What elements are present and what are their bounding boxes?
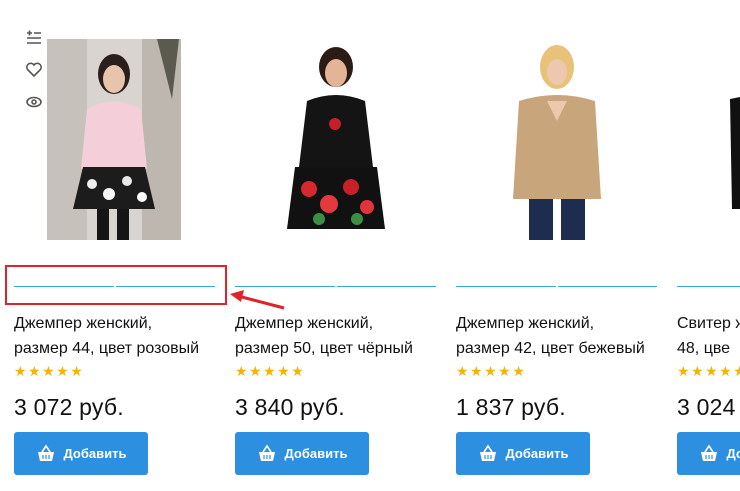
product-title-line[interactable]: размер 42, цвет бежевый <box>456 336 656 361</box>
product-title-line[interactable]: Свитер ж <box>677 311 740 336</box>
product-price: 3 024 <box>677 394 736 420</box>
product-price: 3 840 руб. <box>235 394 345 420</box>
eye-icon[interactable] <box>24 92 44 112</box>
product-image[interactable] <box>710 39 740 240</box>
product-image[interactable] <box>489 39 623 240</box>
product-image[interactable] <box>269 39 403 240</box>
product-title[interactable]: Джемпер женский, размер 50, цвет чёрный <box>235 311 435 361</box>
product-card-3: Джемпер женский, размер 42, цвет бежевый… <box>442 0 657 491</box>
product-price: 1 837 руб. <box>456 394 566 420</box>
product-image[interactable] <box>47 39 181 240</box>
rating-stars: ★★★★★ <box>677 363 740 379</box>
add-to-cart-button[interactable]: Добавить <box>14 432 148 475</box>
add-to-cart-label: Добавить <box>284 446 348 461</box>
add-to-cart-button[interactable]: Добавить <box>677 432 740 475</box>
product-title-line[interactable]: 48, цве <box>677 336 740 361</box>
product-actions <box>24 28 46 124</box>
image-slider-indicator[interactable] <box>456 286 657 288</box>
product-title-line[interactable]: Джемпер женский, <box>235 311 435 336</box>
add-to-cart-button[interactable]: Добавить <box>235 432 369 475</box>
product-title-line[interactable]: размер 50, цвет чёрный <box>235 336 435 361</box>
product-card-1: Джемпер женский, размер 44, цвет розовый… <box>0 0 215 491</box>
product-title[interactable]: Джемпер женский, размер 42, цвет бежевый <box>456 311 656 361</box>
product-card-4: Свитер ж 48, цве ★★★★★ 3 024 Добавить <box>663 0 740 491</box>
add-to-cart-label: Добавить <box>505 446 569 461</box>
basket-icon <box>479 444 496 461</box>
add-to-cart-button[interactable]: Добавить <box>456 432 590 475</box>
annotation-arrow-icon <box>230 290 285 310</box>
product-price: 3 072 руб. <box>14 394 124 420</box>
rating-stars: ★★★★★ <box>456 363 527 379</box>
heart-icon[interactable] <box>24 60 44 80</box>
product-card-2: Джемпер женский, размер 50, цвет чёрный … <box>221 0 436 491</box>
product-title-line[interactable]: Джемпер женский, <box>14 311 214 336</box>
basket-icon <box>258 444 275 461</box>
add-to-cart-label: Добавить <box>63 446 127 461</box>
basket-icon <box>700 444 717 461</box>
rating-stars: ★★★★★ <box>235 363 306 379</box>
product-title-line[interactable]: Джемпер женский, <box>456 311 656 336</box>
product-title-line[interactable]: размер 44, цвет розовый <box>14 336 214 361</box>
product-title[interactable]: Свитер ж 48, цве <box>677 311 740 361</box>
basket-icon <box>37 444 54 461</box>
compare-icon[interactable] <box>24 28 44 48</box>
rating-stars: ★★★★★ <box>14 363 85 379</box>
product-title[interactable]: Джемпер женский, размер 44, цвет розовый <box>14 311 214 361</box>
add-to-cart-label: Добавить <box>726 446 740 461</box>
highlight-box <box>5 265 227 305</box>
image-slider-indicator[interactable] <box>677 286 740 288</box>
